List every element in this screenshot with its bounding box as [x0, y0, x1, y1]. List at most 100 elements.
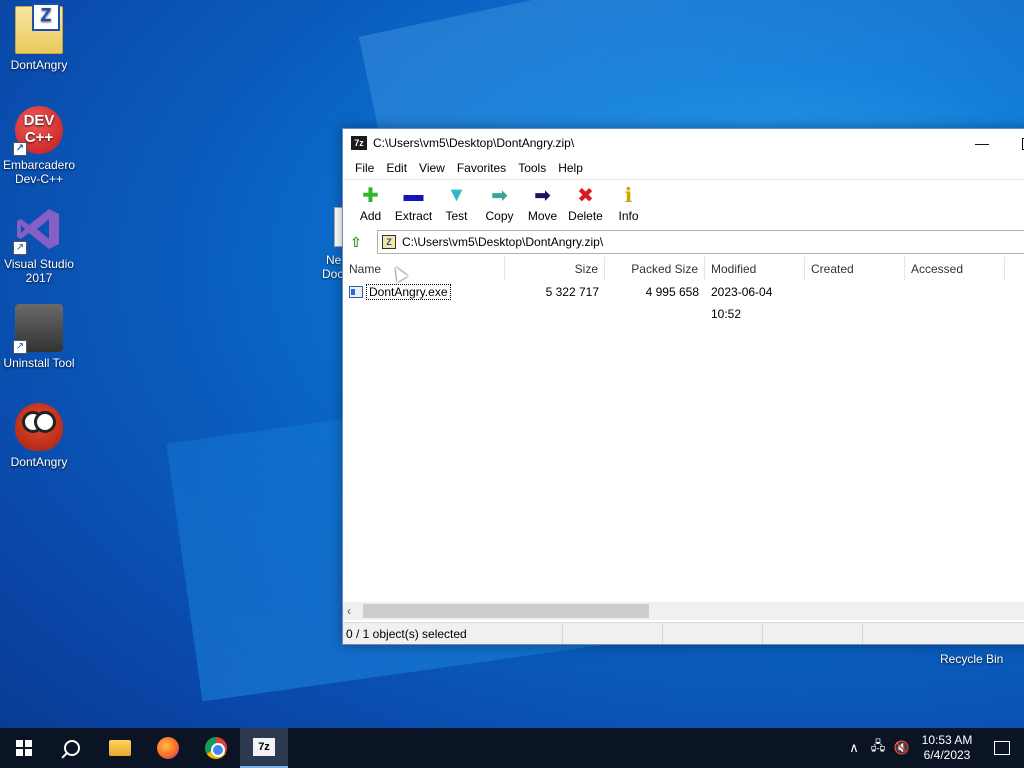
test-label: Test: [445, 209, 468, 223]
zip-archive-icon: Z: [382, 235, 396, 249]
desktop-icon-label: Visual Studio 2017: [4, 257, 74, 285]
file-list: Name Size Packed Size Modified Created A…: [343, 256, 1024, 602]
up-folder-icon[interactable]: ⇧: [347, 233, 365, 251]
chevron-up-icon[interactable]: ∧: [842, 740, 866, 756]
minus-icon: ▬: [403, 183, 424, 206]
status-cell: [663, 623, 763, 644]
search-button[interactable]: [48, 728, 96, 768]
column-header-size[interactable]: Size: [505, 256, 605, 281]
move-arrow-icon: ➡: [534, 184, 551, 207]
taskbar-firefox[interactable]: [144, 728, 192, 768]
scroll-left-arrow-icon[interactable]: ‹: [347, 602, 351, 620]
column-header-accessed[interactable]: Accessed: [905, 256, 1005, 281]
zip-folder-icon: [15, 3, 63, 54]
taskbar-sevenzip[interactable]: 7z: [240, 728, 288, 768]
test-button[interactable]: ▼ Test: [435, 183, 478, 224]
status-selection: 0 / 1 object(s) selected: [343, 623, 563, 644]
menu-edit[interactable]: Edit: [380, 161, 413, 175]
clock-time: 10:53 AM: [921, 733, 973, 747]
plus-icon: ✚: [362, 184, 379, 207]
desktop-icon-label: DontAngry: [10, 455, 68, 469]
menu-file[interactable]: File: [349, 161, 380, 175]
delete-label: Delete: [568, 209, 603, 223]
taskbar-file-explorer[interactable]: [96, 728, 144, 768]
menu-favorites[interactable]: Favorites: [451, 161, 512, 175]
add-button[interactable]: ✚ Add: [349, 184, 392, 224]
extract-label: Extract: [394, 209, 433, 223]
file-packed-size-cell: 4 995 658: [645, 285, 699, 299]
status-bar: 0 / 1 object(s) selected: [343, 622, 1024, 644]
column-header-modified[interactable]: Modified: [705, 256, 805, 281]
column-header-packed-size[interactable]: Packed Size: [605, 256, 705, 281]
volume-muted-icon[interactable]: 🔇: [890, 740, 914, 756]
exe-file-icon: [349, 286, 363, 298]
shortcut-arrow-icon: ↗: [13, 241, 27, 255]
clock[interactable]: 10:53 AM 6/4/2023: [914, 733, 980, 763]
info-label: Info: [618, 209, 639, 223]
desktop-icon-recycle-bin[interactable]: Recycle Bin: [940, 652, 1003, 666]
check-arrow-icon: ▼: [446, 183, 467, 206]
start-button[interactable]: [0, 728, 48, 768]
desktop-icon-label: Uninstall Tool: [3, 356, 75, 370]
desktop-icon-label: Recycle Bin: [940, 652, 1004, 666]
taskbar: 7z ∧ 🖧 🔇 10:53 AM 6/4/2023: [0, 728, 1024, 768]
folder-icon: [109, 740, 131, 756]
address-input[interactable]: Z C:\Users\vm5\Desktop\DontAngry.zip\: [377, 230, 1024, 254]
system-tray: ∧ 🖧 🔇 10:53 AM 6/4/2023: [842, 728, 1024, 768]
uninstall-tool-icon: ↗: [13, 304, 63, 354]
copy-label: Copy: [485, 209, 514, 223]
file-created-cell: [805, 281, 905, 303]
menu-tools[interactable]: Tools: [512, 161, 552, 175]
title-bar[interactable]: 7z C:\Users\vm5\Desktop\DontAngry.zip\ —: [343, 129, 1024, 157]
file-modified-cell: 2023-06-04 10:52: [711, 285, 773, 321]
file-accessed-cell: [905, 281, 1005, 303]
desktop-icon-visual-studio[interactable]: ↗ Visual Studio 2017: [0, 205, 78, 285]
maximize-button[interactable]: [1013, 133, 1024, 153]
add-label: Add: [359, 209, 382, 223]
copy-button[interactable]: ➡ Copy: [478, 184, 521, 224]
table-row[interactable]: DontAngry.exe 5 322 717 4 995 658 2023-0…: [343, 281, 1024, 321]
desktop-icon-dontangry-zip[interactable]: DontAngry: [0, 3, 78, 72]
sevenzip-icon: 7z: [253, 738, 275, 756]
horizontal-scrollbar[interactable]: ‹: [343, 602, 1024, 620]
desktop-icon-devcpp[interactable]: DEV C++ ↗ Embarcadero Dev-C++: [0, 106, 78, 186]
shortcut-arrow-icon: ↗: [13, 142, 27, 156]
file-size-cell: 5 322 717: [545, 285, 599, 299]
delete-button[interactable]: ✖ Delete: [564, 184, 607, 224]
menu-view[interactable]: View: [413, 161, 451, 175]
notifications-button[interactable]: [980, 741, 1024, 755]
network-icon[interactable]: 🖧: [866, 737, 890, 759]
desktop-icon-label: DontAngry: [10, 58, 68, 72]
copy-arrow-icon: ➡: [491, 184, 508, 207]
info-button[interactable]: ℹ Info: [607, 184, 650, 224]
sevenzip-window: 7z C:\Users\vm5\Desktop\DontAngry.zip\ —…: [342, 128, 1024, 645]
delete-x-icon: ✖: [577, 184, 594, 207]
column-header-name[interactable]: Name: [343, 256, 505, 281]
desktop-icon-dontangry-exe[interactable]: DontAngry: [0, 403, 78, 469]
devcpp-icon: DEV C++ ↗: [13, 106, 63, 156]
column-header-created[interactable]: Created: [805, 256, 905, 281]
toolbar: ✚ Add ▬ Extract ▼ Test ➡ Copy ➡ Move ✖ D…: [343, 179, 1024, 229]
menu-help[interactable]: Help: [552, 161, 589, 175]
address-text: C:\Users\vm5\Desktop\DontAngry.zip\: [402, 235, 604, 249]
window-title: C:\Users\vm5\Desktop\DontAngry.zip\: [373, 136, 575, 150]
visual-studio-icon: ↗: [13, 205, 63, 255]
status-cell: [563, 623, 663, 644]
desktop-icon-uninstall-tool[interactable]: ↗ Uninstall Tool: [0, 304, 78, 370]
list-header: Name Size Packed Size Modified Created A…: [343, 256, 1024, 281]
minimize-button[interactable]: —: [967, 133, 997, 153]
move-label: Move: [527, 209, 558, 223]
file-name-cell: DontAngry.exe: [343, 281, 505, 303]
scrollbar-thumb[interactable]: [363, 604, 649, 618]
clock-date: 6/4/2023: [923, 748, 971, 762]
search-icon: [64, 740, 80, 756]
chrome-icon: [205, 737, 227, 759]
sevenzip-app-icon: 7z: [351, 136, 367, 150]
info-icon: ℹ: [624, 184, 633, 207]
move-button[interactable]: ➡ Move: [521, 184, 564, 224]
menu-bar: File Edit View Favorites Tools Help: [343, 157, 1024, 179]
taskbar-chrome[interactable]: [192, 728, 240, 768]
angry-bird-icon: [15, 403, 63, 451]
extract-button[interactable]: ▬ Extract: [392, 183, 435, 224]
shortcut-arrow-icon: ↗: [13, 340, 27, 354]
